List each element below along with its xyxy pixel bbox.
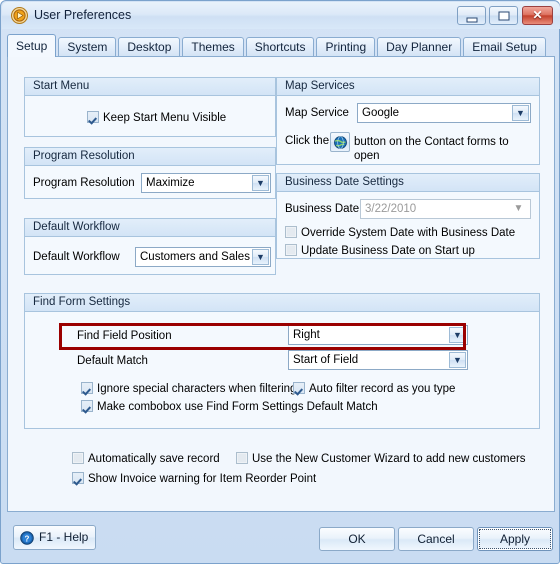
window-title: User Preferences (34, 8, 132, 22)
tab-setup[interactable]: Setup (7, 34, 57, 57)
checkbox-make-combobox-default-match[interactable]: Make combobox use Find Form Settings Def… (81, 400, 378, 414)
checkbox-override-system-date[interactable]: Override System Date with Business Date (285, 226, 515, 240)
group-program-resolution-title: Program Resolution (25, 148, 275, 166)
checkbox-update-business-date[interactable]: Update Business Date on Start up (285, 244, 475, 258)
cancel-button[interactable]: Cancel (398, 527, 474, 551)
chevron-down-icon[interactable]: ▼ (449, 327, 466, 343)
setup-tab-panel: Start Menu Keep Start Menu Visible Progr… (7, 56, 555, 512)
minimize-button[interactable] (457, 6, 486, 25)
tab-shortcuts[interactable]: Shortcuts (245, 37, 315, 57)
checkbox-indicator (72, 452, 84, 464)
close-button[interactable]: ✕ (522, 6, 553, 25)
user-preferences-window: User Preferences ✕ Setup System Desktop … (0, 0, 560, 564)
checkbox-new-customer-wizard[interactable]: Use the New Customer Wizard to add new c… (236, 452, 526, 466)
checkbox-indicator (285, 226, 297, 238)
default-workflow-value: Customers and Sales (140, 251, 250, 263)
checkbox-label: Automatically save record (88, 453, 220, 465)
chevron-down-icon[interactable]: ▼ (252, 175, 269, 191)
map-hint-after: button on the Contact forms to open (354, 136, 509, 162)
group-map-services-title: Map Services (277, 78, 539, 96)
checkbox-indicator (87, 111, 99, 123)
close-icon: ✕ (532, 8, 543, 22)
checkbox-auto-filter-record[interactable]: Auto filter record as you type (293, 382, 455, 396)
program-resolution-label: Program Resolution (33, 177, 135, 189)
checkbox-indicator (72, 472, 84, 484)
checkbox-invoice-reorder-warning[interactable]: Show Invoice warning for Item Reorder Po… (72, 472, 316, 486)
checkbox-indicator (285, 244, 297, 256)
group-start-menu: Start Menu Keep Start Menu Visible (24, 77, 276, 137)
map-globe-button[interactable] (330, 132, 350, 152)
apply-button[interactable]: Apply (477, 527, 553, 551)
map-service-label: Map Service (285, 107, 349, 119)
question-circle-icon: ? (20, 531, 34, 545)
checkbox-indicator (81, 382, 93, 394)
default-match-combo[interactable]: Start of Field ▼ (288, 350, 468, 370)
business-date-combo[interactable]: 3/22/2010 ▼ (360, 199, 531, 219)
checkbox-label: Override System Date with Business Date (301, 227, 516, 239)
program-resolution-combo[interactable]: Maximize ▼ (141, 173, 271, 193)
checkbox-label: Ignore special characters when filtering (97, 383, 297, 395)
group-find-form-title: Find Form Settings (25, 294, 539, 312)
chevron-down-icon[interactable]: ▼ (510, 202, 527, 218)
tab-printing[interactable]: Printing (316, 37, 376, 57)
group-business-date-title: Business Date Settings (277, 174, 539, 192)
checkbox-indicator (293, 382, 305, 394)
default-workflow-label: Default Workflow (33, 251, 120, 263)
focus-outline (479, 529, 551, 549)
globe-icon (334, 136, 347, 149)
tab-desktop[interactable]: Desktop (118, 37, 181, 57)
checkbox-automatically-save-record[interactable]: Automatically save record (72, 452, 220, 466)
program-resolution-value: Maximize (146, 177, 195, 189)
chevron-down-icon[interactable]: ▼ (252, 249, 269, 265)
map-hint-before: Click the (285, 135, 330, 147)
checkbox-label: Keep Start Menu Visible (103, 112, 227, 124)
business-date-value: 3/22/2010 (365, 203, 417, 215)
checkbox-label: Make combobox use Find Form Settings Def… (97, 401, 378, 413)
find-field-position-combo[interactable]: Right ▼ (288, 325, 468, 345)
find-field-position-label: Find Field Position (77, 330, 172, 342)
chevron-down-icon[interactable]: ▼ (449, 352, 466, 368)
map-service-value: Google (362, 107, 400, 119)
maximize-button[interactable] (489, 6, 518, 25)
business-date-label: Business Date (285, 203, 360, 215)
app-play-circle-icon (11, 7, 28, 24)
group-find-form-settings: Find Form Settings Find Field Position R… (24, 293, 540, 429)
default-match-value: Start of Field (293, 354, 359, 366)
group-business-date-settings: Business Date Settings Business Date 3/2… (276, 173, 540, 259)
checkbox-label: Update Business Date on Start up (301, 245, 475, 257)
group-default-workflow-title: Default Workflow (25, 219, 275, 237)
group-map-services: Map Services Map Service Google ▼ Click … (276, 77, 540, 165)
chevron-down-icon[interactable]: ▼ (512, 105, 529, 121)
default-workflow-combo[interactable]: Customers and Sales ▼ (135, 247, 271, 267)
find-field-position-value: Right (293, 329, 320, 341)
f1-help-label: F1 - Help (39, 530, 89, 544)
tab-themes[interactable]: Themes (182, 37, 244, 57)
tab-system[interactable]: System (58, 37, 117, 57)
ok-button[interactable]: OK (319, 527, 395, 551)
tab-day-planner[interactable]: Day Planner (377, 37, 462, 57)
checkbox-indicator (236, 452, 248, 464)
tab-strip: Setup System Desktop Themes Shortcuts Pr… (7, 34, 548, 57)
checkbox-ignore-special-characters[interactable]: Ignore special characters when filtering (81, 382, 296, 396)
checkbox-label: Show Invoice warning for Item Reorder Po… (88, 473, 317, 485)
checkbox-label: Use the New Customer Wizard to add new c… (252, 453, 526, 465)
group-default-workflow: Default Workflow Default Workflow Custom… (24, 218, 276, 275)
ok-label: OK (348, 532, 366, 546)
f1-help-button[interactable]: ? F1 - Help (13, 525, 96, 550)
checkbox-indicator (81, 400, 93, 412)
svg-text:?: ? (25, 534, 30, 543)
cancel-label: Cancel (417, 532, 455, 546)
default-match-label: Default Match (77, 355, 148, 367)
group-program-resolution: Program Resolution Program Resolution Ma… (24, 147, 276, 199)
map-service-combo[interactable]: Google ▼ (357, 103, 531, 123)
checkbox-label: Auto filter record as you type (309, 383, 456, 395)
title-bar: User Preferences ✕ (2, 2, 560, 29)
checkbox-keep-start-menu-visible[interactable]: Keep Start Menu Visible (87, 111, 226, 125)
tab-email-setup[interactable]: Email Setup (463, 37, 546, 57)
group-start-menu-title: Start Menu (25, 78, 275, 96)
